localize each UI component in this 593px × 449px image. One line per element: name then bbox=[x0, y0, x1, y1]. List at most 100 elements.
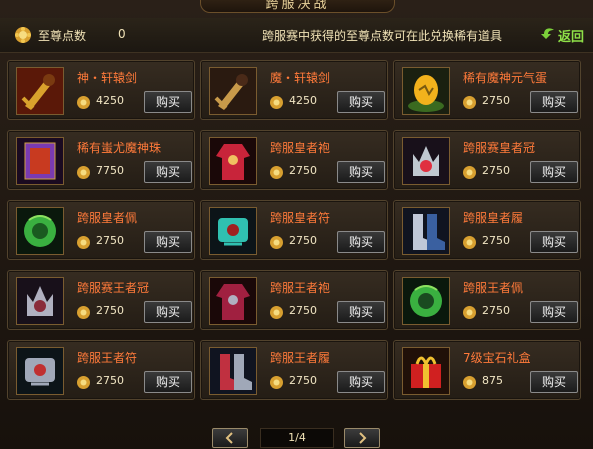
item-name: 7级宝石礼盒 bbox=[463, 351, 531, 365]
item-name: 跨服王者履 bbox=[270, 351, 331, 365]
flower-coin-icon bbox=[77, 96, 90, 109]
item-icon-frame[interactable] bbox=[209, 277, 257, 325]
flower-coin-icon bbox=[270, 376, 283, 389]
gift-box-icon bbox=[403, 348, 449, 394]
item-icon-frame[interactable] bbox=[402, 67, 450, 115]
item-name: 稀有蚩尤魔神珠 bbox=[77, 141, 162, 155]
item-icon-frame[interactable] bbox=[402, 137, 450, 185]
buy-button[interactable]: 购买 bbox=[144, 301, 192, 323]
item-icon-frame[interactable] bbox=[16, 67, 64, 115]
item-price: 2750 bbox=[289, 304, 317, 317]
buy-button[interactable]: 购买 bbox=[144, 91, 192, 113]
prev-page-button[interactable] bbox=[212, 428, 248, 448]
egg-icon bbox=[403, 68, 449, 114]
item-icon-frame[interactable] bbox=[209, 137, 257, 185]
item-card: 跨服王者符 2750 购买 bbox=[7, 340, 195, 400]
card-icon bbox=[17, 138, 63, 184]
buy-button[interactable]: 购买 bbox=[530, 161, 578, 183]
item-price: 2750 bbox=[289, 234, 317, 247]
buy-button[interactable]: 购买 bbox=[530, 371, 578, 393]
item-price: 2750 bbox=[482, 164, 510, 177]
item-name: 跨服王者袍 bbox=[270, 281, 331, 295]
exchange-panel: 跨服决战 至尊点数 0 跨服赛中获得的至尊点数可在此兑换稀有道具 返回 神・轩辕… bbox=[0, 0, 593, 449]
item-card: 稀有蚩尤魔神珠 7750 购买 bbox=[7, 130, 195, 190]
item-price: 2750 bbox=[96, 234, 124, 247]
flower-coin-icon bbox=[77, 166, 90, 179]
item-price: 7750 bbox=[96, 164, 124, 177]
item-card: 跨服皇者履 2750 购买 bbox=[393, 200, 581, 260]
item-icon-frame[interactable] bbox=[16, 207, 64, 255]
flower-coin-icon bbox=[270, 236, 283, 249]
item-icon-frame[interactable] bbox=[402, 207, 450, 255]
buy-button[interactable]: 购买 bbox=[337, 91, 385, 113]
item-price: 2750 bbox=[96, 304, 124, 317]
item-card: 稀有魔神元气蛋 2750 购买 bbox=[393, 60, 581, 120]
flower-coin-icon bbox=[463, 96, 476, 109]
buy-button[interactable]: 购买 bbox=[337, 371, 385, 393]
item-card: 跨服王者袍 2750 购买 bbox=[200, 270, 388, 330]
item-card: 跨服皇者佩 2750 购买 bbox=[7, 200, 195, 260]
item-name: 跨服赛王者冠 bbox=[77, 281, 150, 295]
crown-icon bbox=[17, 278, 63, 324]
item-name: 跨服皇者履 bbox=[463, 211, 524, 225]
item-icon-frame[interactable] bbox=[16, 277, 64, 325]
talisman-icon bbox=[17, 348, 63, 394]
flower-coin-icon bbox=[15, 27, 31, 43]
back-button[interactable]: 返回 bbox=[540, 24, 590, 46]
item-card: 魔・轩辕剑 4250 购买 bbox=[200, 60, 388, 120]
robe-icon bbox=[210, 138, 256, 184]
item-icon-frame[interactable] bbox=[16, 137, 64, 185]
item-name: 神・轩辕剑 bbox=[77, 71, 138, 85]
item-price: 2750 bbox=[289, 374, 317, 387]
exchange-notice: 跨服赛中获得的至尊点数可在此兑换稀有道具 bbox=[262, 29, 503, 43]
back-label: 返回 bbox=[558, 30, 585, 45]
flower-coin-icon bbox=[270, 306, 283, 319]
item-icon-frame[interactable] bbox=[16, 347, 64, 395]
pendant-icon bbox=[17, 208, 63, 254]
buy-button[interactable]: 购买 bbox=[144, 161, 192, 183]
buy-button[interactable]: 购买 bbox=[337, 161, 385, 183]
buy-button[interactable]: 购买 bbox=[530, 91, 578, 113]
flower-coin-icon bbox=[270, 166, 283, 179]
item-icon-frame[interactable] bbox=[209, 347, 257, 395]
item-name: 跨服王者符 bbox=[77, 351, 138, 365]
item-grid: 神・轩辕剑 4250 购买 魔・轩辕剑 4250 购买 稀有魔神元气蛋 2750… bbox=[7, 60, 587, 408]
buy-button[interactable]: 购买 bbox=[337, 231, 385, 253]
item-icon-frame[interactable] bbox=[209, 67, 257, 115]
buy-button[interactable]: 购买 bbox=[530, 231, 578, 253]
next-page-button[interactable] bbox=[344, 428, 380, 448]
flower-coin-icon bbox=[270, 96, 283, 109]
item-name: 跨服皇者符 bbox=[270, 211, 331, 225]
item-card: 神・轩辕剑 4250 购买 bbox=[7, 60, 195, 120]
item-name: 跨服皇者袍 bbox=[270, 141, 331, 155]
item-price: 2750 bbox=[482, 304, 510, 317]
flower-coin-icon bbox=[77, 376, 90, 389]
crown-icon bbox=[403, 138, 449, 184]
page-indicator: 1/4 bbox=[260, 428, 334, 448]
item-icon-frame[interactable] bbox=[402, 277, 450, 325]
buy-button[interactable]: 购买 bbox=[530, 301, 578, 323]
chevron-right-icon bbox=[359, 432, 367, 444]
item-card: 跨服皇者符 2750 购买 bbox=[200, 200, 388, 260]
buy-button[interactable]: 购买 bbox=[144, 371, 192, 393]
item-card: 跨服王者佩 2750 购买 bbox=[393, 270, 581, 330]
dark-sword-icon bbox=[210, 68, 256, 114]
item-card: 跨服赛皇者冠 2750 购买 bbox=[393, 130, 581, 190]
item-name: 跨服皇者佩 bbox=[77, 211, 138, 225]
pendant-icon bbox=[403, 278, 449, 324]
buy-button[interactable]: 购买 bbox=[337, 301, 385, 323]
header-bar: 至尊点数 0 跨服赛中获得的至尊点数可在此兑换稀有道具 返回 bbox=[0, 18, 593, 53]
boots-icon bbox=[403, 208, 449, 254]
item-icon-frame[interactable] bbox=[209, 207, 257, 255]
robe-icon bbox=[210, 278, 256, 324]
item-price: 2750 bbox=[482, 94, 510, 107]
panel-title: 跨服决战 bbox=[200, 0, 395, 13]
item-icon-frame[interactable] bbox=[402, 347, 450, 395]
chevron-left-icon bbox=[225, 432, 233, 444]
buy-button[interactable]: 购买 bbox=[144, 231, 192, 253]
flower-coin-icon bbox=[463, 166, 476, 179]
item-name: 稀有魔神元气蛋 bbox=[463, 71, 548, 85]
flower-coin-icon bbox=[463, 236, 476, 249]
flower-coin-icon bbox=[77, 236, 90, 249]
flower-coin-icon bbox=[463, 306, 476, 319]
